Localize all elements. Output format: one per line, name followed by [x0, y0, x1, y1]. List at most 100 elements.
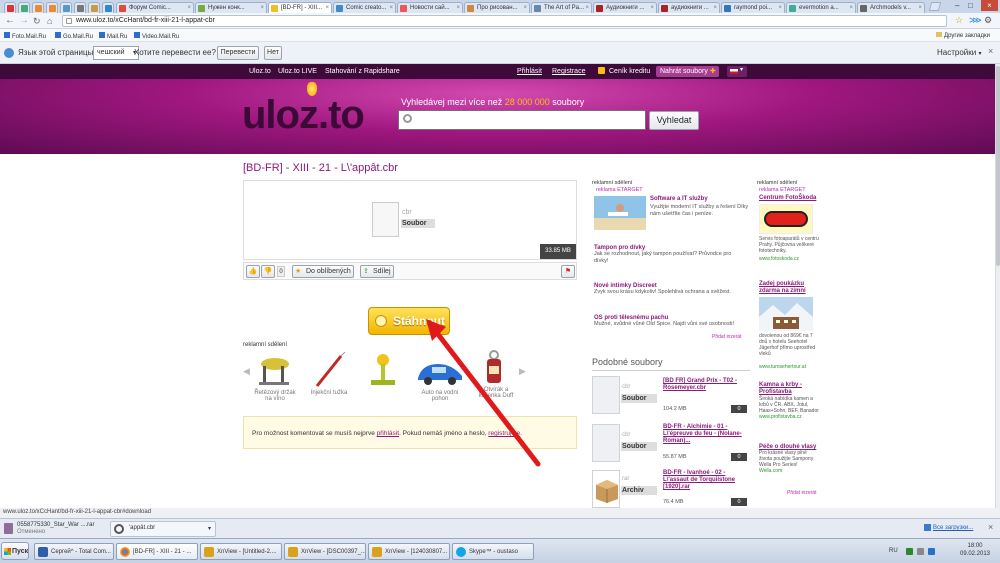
close-icon[interactable]: ×: [260, 3, 264, 13]
tray-icon[interactable]: [906, 548, 913, 555]
ad-item[interactable]: Software a IT služby Využijte moderní IT…: [594, 196, 750, 232]
pinned-tab[interactable]: [102, 2, 114, 13]
close-icon[interactable]: ×: [389, 3, 393, 13]
tab[interactable]: The Art of Pa... ×: [531, 2, 592, 13]
tray-icon[interactable]: [917, 548, 924, 555]
report-flag-icon[interactable]: ⚑: [561, 265, 575, 278]
wrench-icon[interactable]: ⚙: [984, 15, 992, 26]
tab-active[interactable]: [BD-FR] - XIII... ×: [268, 2, 332, 13]
close-window-button[interactable]: ×: [981, 0, 998, 11]
bookmark-item[interactable]: Video.Mail.Ru: [134, 32, 179, 40]
pinned-tab[interactable]: [88, 2, 100, 13]
all-downloads-link[interactable]: Все загрузки...: [924, 524, 973, 531]
scrollbar-thumb[interactable]: [996, 66, 1000, 266]
ad-item[interactable]: OS proti tělesnému pachu Mužné, svůdné v…: [594, 315, 746, 335]
tab[interactable]: Archmodels v... ×: [857, 2, 925, 13]
forward-icon[interactable]: →: [19, 15, 29, 27]
product-item[interactable]: Řetězový držák na víno: [251, 352, 299, 410]
taskbar-item[interactable]: XnView - [Untitled-2....: [200, 543, 282, 560]
tab[interactable]: evermotion a... ×: [786, 2, 856, 13]
pinned-tab[interactable]: [60, 2, 72, 13]
carousel-prev-icon[interactable]: ◀: [243, 366, 250, 377]
comment-login-link[interactable]: přihlásit: [377, 430, 399, 437]
ad-item[interactable]: Péče o dlouhé vlasy Pro krásné vlasy pln…: [759, 444, 819, 486]
bookmark-item[interactable]: Foto.Mail.Ru: [4, 32, 46, 40]
ad-item[interactable]: Tampon pro dívky Jak se rozhodnout, jaký…: [594, 245, 744, 271]
start-button[interactable]: Пуск: [1, 542, 29, 560]
tab[interactable]: raymond poi... ×: [721, 2, 785, 13]
download-item[interactable]: 0558775330_Star_War ....rar Отменено: [4, 521, 106, 537]
add-ad-link[interactable]: Přidat inzerát: [712, 334, 741, 340]
tab[interactable]: аудиокниги ... ×: [658, 2, 720, 13]
minimize-button[interactable]: –: [955, 1, 959, 10]
similar-file-title[interactable]: [BD FR] Grand Prix - T02 - Rosemeyer.cbr: [663, 378, 749, 392]
close-icon[interactable]: ×: [988, 522, 993, 532]
translate-settings[interactable]: Настройки ▾: [937, 48, 981, 57]
similar-file-title[interactable]: BD-FR - Alchimie - 01 - L\'épreuve du fe…: [663, 424, 749, 445]
nav-login-link[interactable]: Přihlásit: [517, 68, 542, 75]
share-button[interactable]: ⇪ Sdílej: [360, 265, 394, 278]
page-menu-icon[interactable]: ⋙: [969, 15, 982, 26]
thumb-up-icon[interactable]: 👍: [246, 265, 260, 278]
taskbar-item[interactable]: XnView - [DSC00397_...: [284, 543, 366, 560]
close-icon[interactable]: ×: [778, 3, 782, 13]
tab[interactable]: Форум Comic... ×: [116, 2, 194, 13]
search-button[interactable]: Vyhledat: [649, 111, 699, 130]
bookmark-item[interactable]: Go.Mail.Ru: [55, 32, 93, 40]
ad-item[interactable]: Nové intimky Discreet Zvyk svou krásu kd…: [594, 283, 746, 303]
clock[interactable]: 18:00 09.02.2013: [957, 543, 993, 557]
nav-home-link[interactable]: Uloz.to: [249, 68, 271, 75]
nav-rapidshare-link[interactable]: Stahování z Rapidshare: [325, 68, 400, 75]
taskbar-item-active[interactable]: [BD-FR] - XIII - 21 - ...: [116, 543, 198, 560]
product-item[interactable]: Injekční tužka: [305, 351, 353, 410]
pinned-tab[interactable]: [18, 2, 30, 13]
chevron-down-icon[interactable]: ▾: [208, 525, 211, 532]
tab[interactable]: Нужен конк... ×: [195, 2, 267, 13]
close-icon[interactable]: ×: [456, 3, 460, 13]
nav-upload-button[interactable]: Nahrát soubory ✚: [656, 66, 719, 77]
nav-credit-link[interactable]: Ceník kreditu: [609, 68, 650, 75]
page-scrollbar[interactable]: [995, 64, 1000, 508]
back-icon[interactable]: ←: [5, 15, 15, 27]
close-icon[interactable]: ×: [187, 3, 191, 13]
site-logo[interactable]: uloz.to: [242, 93, 365, 138]
reload-icon[interactable]: ↻: [33, 15, 41, 27]
favorites-button[interactable]: ★ Do oblíbených: [292, 265, 354, 278]
pinned-tab[interactable]: [74, 2, 86, 13]
close-icon[interactable]: ×: [713, 3, 717, 13]
close-icon[interactable]: ×: [918, 3, 922, 13]
tab[interactable]: Comic creato... ×: [333, 2, 396, 13]
pinned-tab[interactable]: [32, 2, 44, 13]
taskbar-item[interactable]: Skype™ - oustaso: [452, 543, 534, 560]
similar-file-item[interactable]: cbr Soubor BD-FR - Alchimie - 01 - L\'ép…: [592, 424, 750, 464]
address-field[interactable]: www.uloz.to/xCcHant/bd-fr-xiii-21-l-appa…: [62, 15, 947, 27]
close-icon[interactable]: ×: [650, 3, 654, 13]
ad-item[interactable]: Centrum FotoŠkoda Servis fotoaparátů v c…: [759, 195, 819, 275]
tray-icon[interactable]: [928, 548, 935, 555]
taskbar-item[interactable]: XnView - [124030807...: [368, 543, 450, 560]
similar-file-item[interactable]: rar Archiv BD-FR - Ivanhoé - 02 - L\'ass…: [592, 470, 750, 510]
ad-item[interactable]: Kamna a krby - Profistavba Široká nabídk…: [759, 382, 819, 432]
bookmark-item[interactable]: Mail.Ru: [99, 32, 127, 40]
close-icon[interactable]: ×: [325, 3, 329, 13]
download-item[interactable]: 'appât.cbr ▾: [110, 521, 216, 537]
close-icon[interactable]: ×: [988, 46, 993, 56]
tab[interactable]: Новости сай... ×: [397, 2, 463, 13]
product-item[interactable]: [359, 352, 407, 410]
similar-file-title[interactable]: BD-FR - Ivanhoé - 02 - L\'assaut de Torq…: [663, 470, 749, 491]
close-icon[interactable]: ×: [523, 3, 527, 13]
nav-live-link[interactable]: Uloz.to LIVE: [278, 68, 317, 75]
close-icon[interactable]: ×: [849, 3, 853, 13]
close-icon[interactable]: ×: [585, 3, 589, 13]
search-input[interactable]: [398, 110, 646, 130]
pinned-tab[interactable]: [4, 2, 16, 13]
bookmark-star-icon[interactable]: ☆: [955, 15, 963, 26]
similar-file-item[interactable]: cbr Soubor [BD FR] Grand Prix - T02 - Ro…: [592, 376, 750, 416]
translate-button[interactable]: Перевести: [217, 46, 259, 60]
tab[interactable]: Аудиокниги ... ×: [593, 2, 657, 13]
language-switcher[interactable]: ▾: [727, 66, 747, 77]
home-icon[interactable]: ⌂: [47, 15, 61, 27]
language-indicator[interactable]: RU: [889, 548, 898, 554]
taskbar-item[interactable]: Сергей^ - Total Com...: [34, 543, 114, 560]
nav-register-link[interactable]: Registrace: [552, 68, 585, 75]
